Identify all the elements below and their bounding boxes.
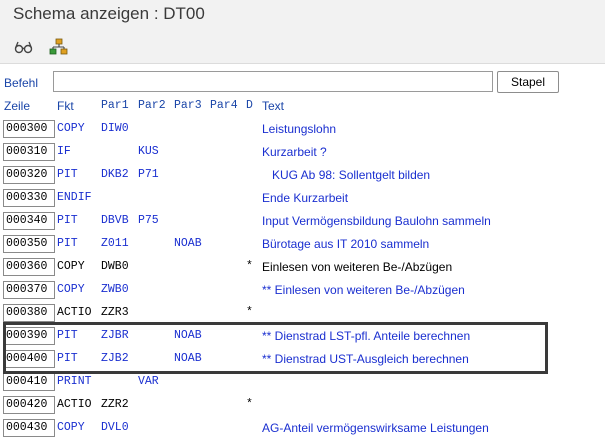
window-title: Schema anzeigen : DT00 [13,4,205,23]
comment-flag-cell: * [246,398,253,411]
description-cell: ** Dienstrad LST-pfl. Anteile berechnen [262,329,471,343]
line-number-field[interactable]: 000340 [3,212,55,230]
column-header-text: Text [262,99,285,113]
table-row[interactable]: 000350 PIT Z011 NOAB Bürotage aus IT 2010 sa… [0,233,605,256]
table-row[interactable]: 000380 ACTIO ZZR3 * [0,302,605,325]
param2-cell: VAR [138,375,159,388]
description-cell: ** Einlesen von weiteren Be-/Abzügen [262,283,465,297]
stapel-button[interactable]: Stapel [497,71,559,93]
description-cell: KUG Ab 98: Sollentgelt bilden [262,168,431,182]
line-number-field[interactable]: 000360 [3,258,55,276]
table-row[interactable]: 000300 COPY DIW0 Leistungslohn [0,118,605,141]
title-bar: Schema anzeigen : DT00 [0,0,605,30]
line-number-field[interactable]: 000390 [3,327,55,345]
description-cell: Leistungslohn [262,122,337,136]
command-label: Befehl [4,76,39,90]
table-row[interactable]: 000430 COPY DVL0 AG-Anteil vermögenswirksam… [0,417,605,440]
column-header-fkt: Fkt [57,99,74,113]
function-cell: ACTIO [57,306,92,319]
column-header-zeile: Zeile [4,99,31,113]
function-cell: ENDIF [57,191,92,204]
function-cell: PIT [57,329,78,342]
function-cell: PIT [57,237,78,250]
glasses-icon[interactable] [13,36,35,58]
param1-cell: ZZR2 [101,398,129,411]
description-cell: ** Dienstrad UST-Ausgleich berechnen [262,352,469,366]
param3-cell: NOAB [174,237,202,250]
hierarchy-icon[interactable] [47,36,69,58]
description-cell: Bürotage aus IT 2010 sammeln [262,237,430,251]
line-number-field[interactable]: 000380 [3,304,55,322]
function-cell: PIT [57,168,78,181]
column-header-par3: Par3 [174,99,202,112]
comment-flag-cell: * [246,306,253,319]
line-number-field[interactable]: 000420 [3,396,55,414]
param2-cell: KUS [138,145,159,158]
param2-cell: P75 [138,214,159,227]
function-cell: PRINT [57,375,92,388]
function-cell: ACTIO [57,398,92,411]
table-row[interactable]: 000330 ENDIF Ende Kurzarbeit [0,187,605,210]
table-row[interactable]: 000420 ACTIO ZZR2 * [0,394,605,417]
description-cell: Kurzarbeit ? [262,145,327,159]
table-row[interactable]: 000320 PIT DKB2 P71 KUG Ab 98: Sollentgelt … [0,164,605,187]
param2-cell: P71 [138,168,159,181]
description-cell: Einlesen von weiteren Be-/Abzügen [262,260,453,274]
table-row[interactable]: 000400 PIT ZJB2 NOAB ** Dienstrad UST-Ausgle… [0,348,605,371]
description-cell: AG-Anteil vermögenswirksame Leistungen [262,421,489,435]
param1-cell: ZZR3 [101,306,129,319]
table-row[interactable]: 000360 COPY DWB0 * Einlesen von weiteren Be-… [0,256,605,279]
command-input[interactable] [53,71,493,92]
function-cell: PIT [57,352,78,365]
param1-cell: DBVB [101,214,129,227]
line-number-field[interactable]: 000320 [3,166,55,184]
param1-cell: Z011 [101,237,129,250]
param3-cell: NOAB [174,352,202,365]
param1-cell: DVL0 [101,421,129,434]
column-header-par1: Par1 [101,99,129,112]
function-cell: IF [57,145,71,158]
param3-cell: NOAB [174,329,202,342]
comment-flag-cell: * [246,260,253,273]
line-number-field[interactable]: 000400 [3,350,55,368]
function-cell: COPY [57,122,85,135]
column-header-par4: Par4 [210,99,238,112]
line-number-field[interactable]: 000430 [3,419,55,437]
line-number-field[interactable]: 000370 [3,281,55,299]
param1-cell: DIW0 [101,122,129,135]
function-cell: COPY [57,283,85,296]
table-row[interactable]: 000390 PIT ZJBR NOAB ** Dienstrad LST-pfl. A… [0,325,605,348]
line-number-field[interactable]: 000350 [3,235,55,253]
table-row[interactable]: 000310 IF KUS Kurzarbeit ? [0,141,605,164]
function-cell: PIT [57,214,78,227]
param1-cell: DKB2 [101,168,129,181]
param1-cell: ZWB0 [101,283,129,296]
table-row[interactable]: 000370 COPY ZWB0 ** Einlesen von weiteren B… [0,279,605,302]
param1-cell: ZJB2 [101,352,129,365]
description-cell: Ende Kurzarbeit [262,191,349,205]
function-cell: COPY [57,260,85,273]
table-row[interactable]: 000410 PRINT VAR [0,371,605,394]
line-number-field[interactable]: 000410 [3,373,55,391]
param1-cell: ZJBR [101,329,129,342]
line-number-field[interactable]: 000330 [3,189,55,207]
description-cell: Input Vermögensbildung Baulohn sammeln [262,214,491,228]
column-header-d: D [246,99,253,112]
column-header-par2: Par2 [138,99,166,112]
param1-cell: DWB0 [101,260,129,273]
function-cell: COPY [57,421,85,434]
line-number-field[interactable]: 000310 [3,143,55,161]
toolbar [0,30,605,64]
table-row[interactable]: 000340 PIT DBVB P75 Input Vermögensbildung B… [0,210,605,233]
line-number-field[interactable]: 000300 [3,120,55,138]
